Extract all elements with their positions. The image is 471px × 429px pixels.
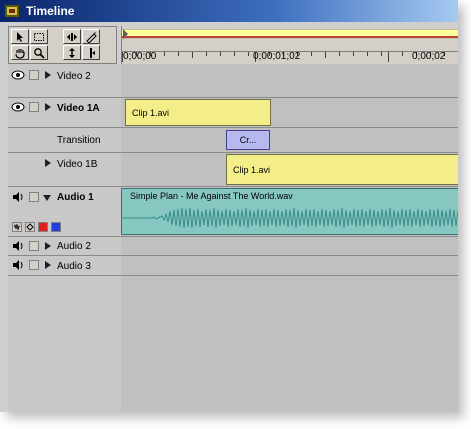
track-row-video1a[interactable]: Clip 1.avi	[121, 98, 458, 128]
expand-arrow-icon[interactable]	[45, 103, 51, 111]
volume-rubberband-icon[interactable]	[38, 222, 48, 232]
track-label-transition: Transition	[57, 135, 101, 146]
expand-arrow-icon[interactable]	[45, 159, 51, 167]
zoom-tool-icon[interactable]	[30, 45, 48, 60]
speaker-icon[interactable]	[11, 240, 25, 252]
audio-waveform	[122, 207, 458, 229]
clip-name: Clip 1.avi	[132, 107, 170, 118]
audio-clip-name: Simple Plan - Me Against The World.wav	[130, 191, 293, 201]
toolbox	[8, 26, 117, 64]
track-row-video2[interactable]	[121, 64, 458, 98]
preview-marker	[122, 36, 458, 38]
lock-toggle[interactable]	[29, 241, 39, 251]
app-icon	[5, 5, 19, 17]
edit-line-marker[interactable]	[123, 29, 128, 39]
transition-clip[interactable]: Cr...	[226, 130, 270, 150]
track-header-audio3[interactable]: Audio 3	[8, 256, 121, 276]
timecode-1: 0;00;01;02	[253, 51, 301, 62]
ripple-edit-tool-icon[interactable]	[63, 45, 81, 60]
track-label-video2: Video 2	[57, 71, 91, 82]
title-bar[interactable]: Timeline	[0, 0, 458, 22]
razor-tool-icon[interactable]	[82, 29, 100, 44]
hand-tool-icon[interactable]	[11, 45, 29, 60]
lock-toggle[interactable]	[29, 192, 39, 202]
track-header-video1a[interactable]: Video 1A	[8, 98, 121, 128]
expand-arrow-icon[interactable]	[45, 242, 51, 250]
track-row-audio1[interactable]: Simple Plan - Me Against The World.wav	[121, 187, 458, 237]
speaker-icon[interactable]	[11, 191, 25, 203]
lock-toggle[interactable]	[29, 70, 39, 80]
audio-clip[interactable]: Simple Plan - Me Against The World.wav	[121, 188, 458, 235]
waveform-toggle-icon[interactable]	[12, 222, 22, 232]
in-point-tool-icon[interactable]	[82, 45, 100, 60]
transition-name: Cr...	[239, 135, 257, 145]
track-area[interactable]: Clip 1.avi Cr... Clip 1.avi Simple Plan …	[121, 64, 458, 412]
selection-tool-icon[interactable]	[11, 29, 29, 44]
track-row-audio3[interactable]	[121, 256, 458, 276]
timecode-2: 0;00;02	[412, 51, 446, 62]
eye-icon[interactable]	[11, 69, 25, 81]
track-headers: Video 2 Video 1A Transition Video 1B Aud…	[8, 64, 122, 412]
collapse-arrow-icon[interactable]	[43, 195, 51, 201]
track-row-transition[interactable]: Cr...	[121, 128, 458, 153]
timeline-window: Timeline 0;00;00 0;00;01;02 0;00;02 Vide…	[0, 0, 458, 412]
track-header-audio2[interactable]: Audio 2	[8, 237, 121, 256]
clip-name: Clip 1.avi	[233, 164, 271, 175]
track-label-video1b: Video 1B	[57, 159, 98, 170]
time-ruler[interactable]: 0;00;00 0;00;01;02 0;00;02	[121, 26, 458, 64]
expand-arrow-icon[interactable]	[45, 261, 51, 269]
video-clip[interactable]: Clip 1.avi	[226, 154, 458, 185]
work-area-bar[interactable]	[122, 29, 458, 39]
track-label-audio1: Audio 1	[57, 192, 94, 203]
keyframe-toggle-icon[interactable]	[25, 222, 35, 232]
track-header-audio1[interactable]: Audio 1	[8, 187, 121, 237]
track-label-audio3: Audio 3	[57, 261, 91, 272]
pan-rubberband-icon[interactable]	[51, 222, 61, 232]
timecode-0: 0;00;00	[123, 51, 157, 62]
lock-toggle[interactable]	[29, 260, 39, 270]
track-header-video1b[interactable]: Video 1B	[8, 153, 121, 187]
track-select-tool-icon[interactable]	[63, 29, 81, 44]
track-header-transition: Transition	[8, 128, 121, 153]
lock-toggle[interactable]	[29, 102, 39, 112]
track-label-audio2: Audio 2	[57, 241, 91, 252]
track-row-audio2[interactable]	[121, 237, 458, 256]
track-header-video2[interactable]: Video 2	[8, 64, 121, 98]
eye-icon[interactable]	[11, 101, 25, 113]
track-row-video1b[interactable]: Clip 1.avi	[121, 153, 458, 187]
range-select-tool-icon[interactable]	[30, 29, 48, 44]
window-title: Timeline	[26, 4, 75, 18]
expand-arrow-icon[interactable]	[45, 71, 51, 79]
speaker-icon[interactable]	[11, 259, 25, 271]
track-label-video1a: Video 1A	[57, 103, 100, 114]
video-clip[interactable]: Clip 1.avi	[125, 99, 271, 126]
